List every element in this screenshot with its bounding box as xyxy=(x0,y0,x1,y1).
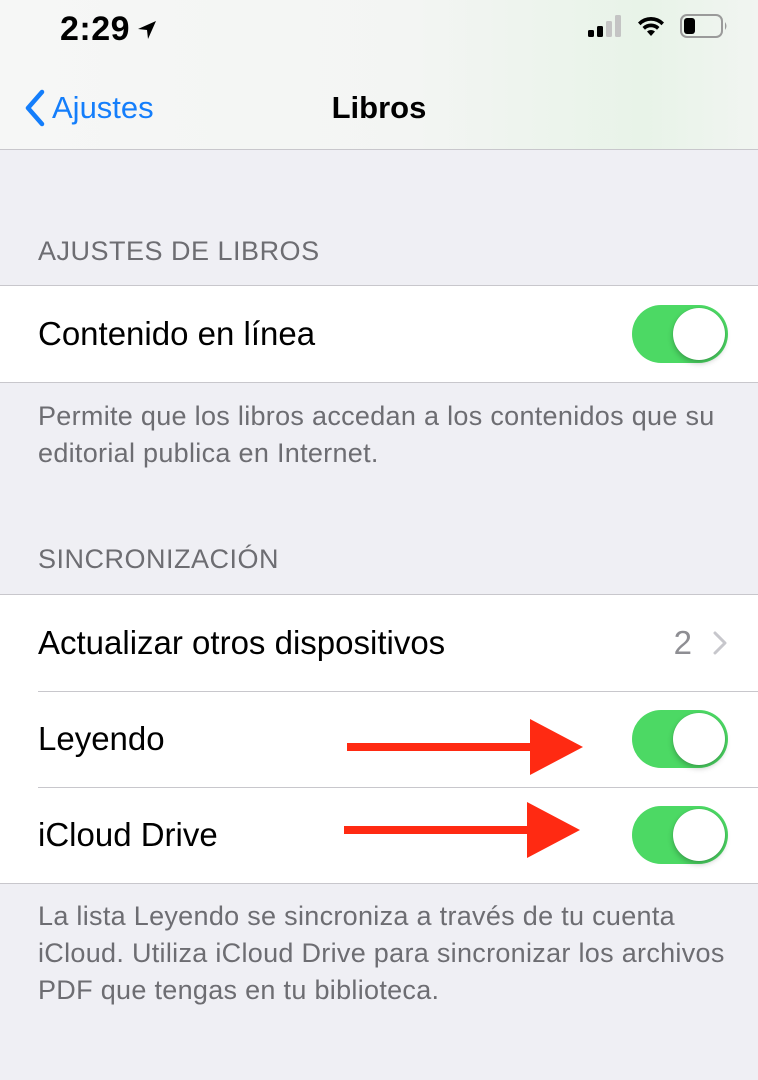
section-header-books: AJUSTES DE LIBROS xyxy=(38,236,320,266)
cellular-signal-icon xyxy=(588,15,621,37)
update-devices-label: Actualizar otros dispositivos xyxy=(38,624,446,661)
annotation-arrow-icon xyxy=(344,802,580,858)
wifi-icon xyxy=(638,16,664,36)
toggle-knob xyxy=(673,809,725,861)
books-section-footer: Permite que los libros accedan a los con… xyxy=(38,401,715,468)
online-content-label: Contenido en línea xyxy=(38,315,316,352)
status-icons xyxy=(588,14,728,38)
icloud-drive-toggle[interactable] xyxy=(632,806,728,864)
status-time-text: 2:29 xyxy=(60,10,131,48)
location-arrow-icon xyxy=(138,20,157,39)
online-content-row: Contenido en línea xyxy=(0,286,758,382)
battery-icon xyxy=(680,14,727,38)
update-devices-row[interactable]: Actualizar otros dispositivos 2 xyxy=(0,595,758,691)
books-settings-group: Contenido en línea xyxy=(0,285,758,383)
icloud-drive-label: iCloud Drive xyxy=(38,816,218,853)
update-devices-value: 2 xyxy=(673,624,692,661)
navigation-bar: 2:29 Ajustes Libros xyxy=(0,0,758,150)
toggle-knob xyxy=(673,308,725,360)
page-title: Libros xyxy=(331,90,427,125)
annotation-arrow-icon xyxy=(347,719,583,775)
status-time: 2:29 xyxy=(60,10,158,49)
toggle-knob xyxy=(673,713,725,765)
online-content-toggle[interactable] xyxy=(632,305,728,363)
chevron-right-icon xyxy=(713,631,727,655)
reading-label: Leyendo xyxy=(38,720,165,757)
reading-toggle[interactable] xyxy=(632,710,728,768)
section-header-sync: SINCRONIZACIÓN xyxy=(38,544,280,574)
sync-section-footer: La lista Leyendo se sincroniza a través … xyxy=(38,901,725,1005)
